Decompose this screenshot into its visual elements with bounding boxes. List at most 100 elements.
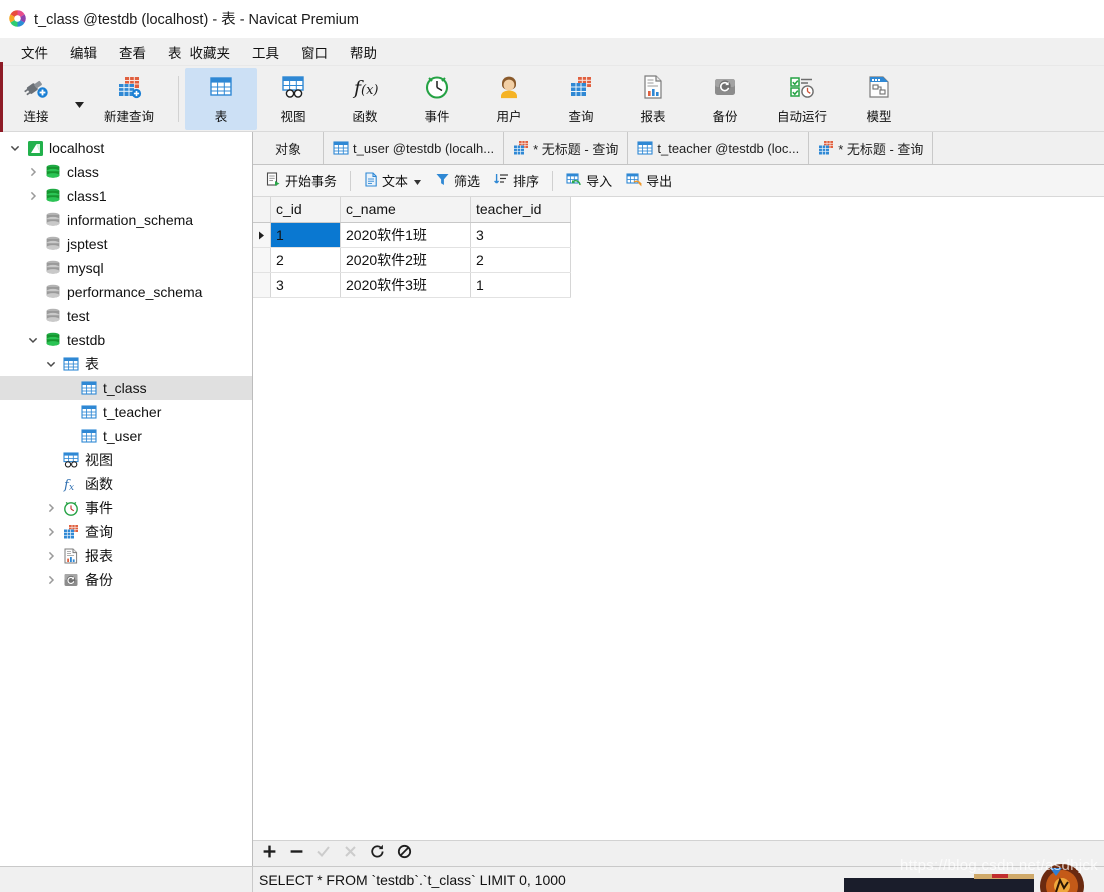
toolbar-button-new-query[interactable]: 新建查询 (86, 68, 172, 130)
grid-cell-c_name[interactable]: 2020软件1班 (340, 222, 471, 248)
menu-edit[interactable]: 编辑 (59, 39, 108, 65)
grid-cell-teacher_id[interactable]: 3 (470, 222, 571, 248)
toolbar-separator (178, 75, 179, 122)
tree-item-[interactable]: 表 (0, 352, 252, 376)
tree-item-class[interactable]: class (0, 160, 252, 184)
object-tree[interactable]: localhost class class1 information_schema js… (0, 132, 252, 592)
tree-item-localhost[interactable]: localhost (0, 136, 252, 160)
chevron-down-icon[interactable] (414, 173, 422, 188)
tree-item-[interactable]: 事件 (0, 496, 252, 520)
toolbar-button-connection[interactable]: 连接 (0, 68, 72, 130)
tree-item-[interactable]: 备份 (0, 568, 252, 592)
tree-item-class1[interactable]: class1 (0, 184, 252, 208)
tree-item-performance_schema[interactable]: performance_schema (0, 280, 252, 304)
toolbar-button-function[interactable]: f (x) 函数 (329, 68, 401, 130)
button-label: 筛选 (454, 174, 481, 189)
row-marker-cell (253, 247, 271, 273)
tree-item-mysql[interactable]: mysql (0, 256, 252, 280)
text-view-button[interactable]: 文本 (357, 168, 428, 193)
sort-button[interactable]: 排序 (487, 168, 546, 193)
grid-cell-teacher_id[interactable]: 1 (470, 272, 571, 298)
toolbar-button-query[interactable]: 查询 (545, 68, 617, 130)
add-record-button[interactable] (261, 845, 278, 862)
tree-item-[interactable]: f x 函数 (0, 472, 252, 496)
toolbar-label: 视图 (280, 110, 306, 124)
tree-item-t_teacher[interactable]: t_teacher (0, 400, 252, 424)
menu-table[interactable]: 表 (157, 39, 186, 65)
tree-item-t_class[interactable]: t_class (0, 376, 252, 400)
report-icon (60, 548, 82, 564)
grid-cell-c_id[interactable]: 3 (270, 272, 341, 298)
gridbar-separator (350, 170, 352, 191)
tab-0[interactable]: 对象 (253, 132, 325, 164)
tree-item-information_schema[interactable]: information_schema (0, 208, 252, 232)
chevron-right-icon[interactable] (42, 575, 60, 585)
navicat-logo-icon (8, 9, 27, 28)
table-row[interactable]: 3 2020软件3班 1 (253, 272, 571, 298)
menu-help[interactable]: 帮助 (339, 39, 388, 65)
toolbar-button-report[interactable]: 报表 (617, 68, 689, 130)
export-button[interactable]: 导出 (619, 168, 679, 193)
toolbar-button-event[interactable]: 事件 (401, 68, 473, 130)
filter-button[interactable]: 筛选 (428, 168, 487, 193)
chevron-right-icon[interactable] (24, 167, 42, 177)
chevron-right-icon[interactable] (42, 551, 60, 561)
navigation-sidebar[interactable]: localhost class class1 information_schema js… (0, 132, 253, 866)
tab-4[interactable]: * 无标题 - 查询 (809, 132, 934, 164)
tree-item-test[interactable]: test (0, 304, 252, 328)
menu-view[interactable]: 查看 (108, 39, 157, 65)
menu-favorites[interactable]: 收藏夹 (186, 39, 242, 65)
begin-transaction-button[interactable]: 开始事务 (259, 168, 344, 193)
grid-column-header-c_id[interactable]: c_id (270, 197, 341, 223)
tree-item-jsptest[interactable]: jsptest (0, 232, 252, 256)
stop-button[interactable] (396, 844, 413, 862)
export-icon (626, 172, 642, 190)
tree-item-t_user[interactable]: t_user (0, 424, 252, 448)
table-row[interactable]: 1 2020软件1班 3 (253, 222, 571, 248)
tree-item-label: t_teacher (103, 404, 162, 420)
menu-window[interactable]: 窗口 (290, 39, 339, 65)
grid-cell-teacher_id[interactable]: 2 (470, 247, 571, 273)
tab-1[interactable]: t_user @testdb (localh... (324, 132, 505, 164)
grid-header-row: c_id c_name teacher_id (253, 197, 571, 223)
navicat-window: t_class @testdb (localhost) - 表 - Navica… (0, 0, 1104, 892)
menu-file[interactable]: 文件 (10, 39, 59, 65)
chevron-right-icon[interactable] (42, 527, 60, 537)
menu-tools[interactable]: 工具 (241, 39, 290, 65)
delete-record-button[interactable] (288, 845, 305, 862)
tree-item-[interactable]: 查询 (0, 520, 252, 544)
grid-cell-c_name[interactable]: 2020软件2班 (340, 247, 471, 273)
grid-cell-c_id[interactable]: 2 (270, 247, 341, 273)
grid-column-header-c_name[interactable]: c_name (340, 197, 471, 223)
toolbar-button-table[interactable]: 表 (185, 67, 257, 130)
data-grid[interactable]: c_id c_name teacher_id 1 2020软件1班 3 2 2020软件2班 2… (253, 197, 571, 298)
record-navigation-bar[interactable] (253, 840, 1104, 866)
tab-2[interactable]: * 无标题 - 查询 (504, 132, 629, 164)
grid-cell-c_id[interactable]: 1 (270, 222, 341, 248)
refresh-button[interactable] (369, 844, 386, 862)
toolbar-button-model[interactable]: 模型 (843, 68, 915, 130)
chevron-right-icon[interactable] (24, 191, 42, 201)
tab-3[interactable]: t_teacher @testdb (loc... (628, 132, 810, 164)
grid-cell-c_name[interactable]: 2020软件3班 (340, 272, 471, 298)
table-row[interactable]: 2 2020软件2班 2 (253, 247, 571, 273)
toolbar-button-backup[interactable]: 备份 (689, 68, 761, 130)
chevron-down-icon[interactable] (24, 335, 42, 345)
chevron-down-icon[interactable] (6, 143, 24, 153)
toolbar-button-view[interactable]: 视图 (257, 68, 329, 130)
chevron-down-icon[interactable] (42, 359, 60, 369)
import-button[interactable]: 导入 (559, 168, 619, 193)
tab-strip[interactable]: 对象 t_user @testdb (localh... * 无标题 - 查询 t_t… (253, 132, 1104, 165)
apply-change-button (315, 845, 332, 862)
row-marker-header (253, 197, 271, 223)
title-bar: t_class @testdb (localhost) - 表 - Navica… (0, 0, 1104, 38)
connection-dropdown-caret-icon[interactable] (72, 68, 86, 130)
toolbar-button-automation[interactable]: 自动运行 (761, 68, 843, 130)
grid-column-header-teacher_id[interactable]: teacher_id (470, 197, 571, 223)
tree-item-testdb[interactable]: testdb (0, 328, 252, 352)
data-grid-area[interactable]: c_id c_name teacher_id 1 2020软件1班 3 2 2020软件2班 2… (253, 197, 1104, 840)
toolbar-button-user[interactable]: 用户 (473, 68, 545, 130)
tree-item-[interactable]: 视图 (0, 448, 252, 472)
chevron-right-icon[interactable] (42, 503, 60, 513)
tree-item-[interactable]: 报表 (0, 544, 252, 568)
